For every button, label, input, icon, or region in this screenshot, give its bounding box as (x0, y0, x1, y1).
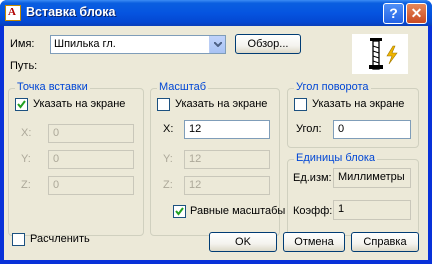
scale-y-value: 12 (189, 153, 202, 165)
lightning-icon (386, 45, 398, 65)
insertion-y-label: Y: (21, 153, 31, 165)
scale-y-label: Y: (163, 153, 173, 165)
block-preview (352, 34, 408, 74)
scale-x-input[interactable]: 12 (184, 120, 270, 139)
insertion-y-field: 0 (48, 150, 134, 169)
checkmark-icon (17, 100, 26, 109)
explode-label: Расчленить (30, 233, 90, 245)
scale-x-label: X: (163, 123, 174, 135)
help-titlebar-button[interactable]: ? (383, 3, 404, 24)
checkmark-icon (175, 207, 184, 216)
window-title: Вставка блока (26, 5, 116, 19)
factor-field: 1 (333, 200, 411, 220)
explode-checkbox[interactable] (12, 233, 25, 246)
units-label: Ед.изм: (293, 172, 332, 184)
insertion-x-label: X: (21, 127, 32, 139)
scale-title: Масштаб (157, 81, 209, 93)
block-units-group: Единицы блока Ед.изм: Миллиметры Коэфф: … (287, 152, 419, 236)
insertion-x-field: 0 (48, 124, 134, 143)
help-button[interactable]: Справка (351, 232, 419, 252)
rotation-on-screen-label: Указать на экране (312, 98, 405, 110)
factor-value: 1 (338, 203, 345, 215)
insertion-on-screen-checkbox[interactable] (15, 98, 28, 111)
block-name-value: Шпилька гл. (54, 38, 116, 50)
scale-z-field: 12 (184, 176, 270, 195)
insertion-z-value: 0 (53, 179, 60, 191)
chevron-down-icon (214, 42, 222, 47)
angle-value: 0 (338, 123, 345, 135)
block-units-title: Единицы блока (294, 152, 378, 164)
insertion-x-value: 0 (53, 127, 60, 139)
browse-button[interactable]: Обзор... (235, 34, 301, 54)
rotation-group: Угол поворота Указать на экране Угол: 0 (287, 81, 419, 148)
scale-z-label: Z: (163, 179, 173, 191)
rotation-on-screen-checkbox[interactable] (294, 98, 307, 111)
angle-label: Угол: (296, 123, 322, 135)
dialog-body: Имя: Шпилька гл. Обзор... Путь: Точка вс… (4, 26, 428, 260)
bolt-preview-icon (369, 38, 398, 70)
scale-group: Масштаб Указать на экране X: 12 Y: 12 Z:… (150, 81, 285, 236)
insertion-on-screen-label: Указать на экране (33, 98, 126, 110)
scale-on-screen-checkbox[interactable] (157, 98, 170, 111)
scale-z-value: 12 (189, 179, 202, 191)
factor-label: Коэфф: (293, 205, 333, 217)
autocad-app-icon: A (5, 5, 21, 21)
uniform-scale-checkbox[interactable] (173, 205, 186, 218)
combo-arrow-button[interactable] (209, 36, 225, 53)
cancel-button[interactable]: Отмена (283, 232, 345, 252)
units-value: Миллиметры (338, 171, 405, 183)
rotation-title: Угол поворота (294, 81, 371, 93)
title-bar[interactable]: A Вставка блока ? ✕ (0, 0, 432, 26)
angle-input[interactable]: 0 (333, 120, 411, 139)
dialog-window: A Вставка блока ? ✕ Имя: Шпилька гл. Обз… (0, 0, 432, 264)
insertion-point-group: Точка вставки Указать на экране X: 0 Y: … (8, 81, 144, 236)
insertion-z-label: Z: (21, 179, 31, 191)
uniform-scale-label: Равные масштабы (190, 205, 286, 217)
name-label: Имя: (10, 38, 35, 50)
close-button[interactable]: ✕ (406, 3, 427, 24)
path-label: Путь: (10, 60, 38, 72)
insertion-point-title: Точка вставки (15, 81, 90, 93)
ok-button[interactable]: OK (209, 232, 277, 252)
scale-x-value: 12 (189, 123, 202, 135)
insertion-z-field: 0 (48, 176, 134, 195)
scale-on-screen-label: Указать на экране (175, 98, 268, 110)
insertion-y-value: 0 (53, 153, 60, 165)
scale-y-field: 12 (184, 150, 270, 169)
block-name-combo[interactable]: Шпилька гл. (50, 35, 226, 54)
units-field: Миллиметры (333, 168, 411, 188)
